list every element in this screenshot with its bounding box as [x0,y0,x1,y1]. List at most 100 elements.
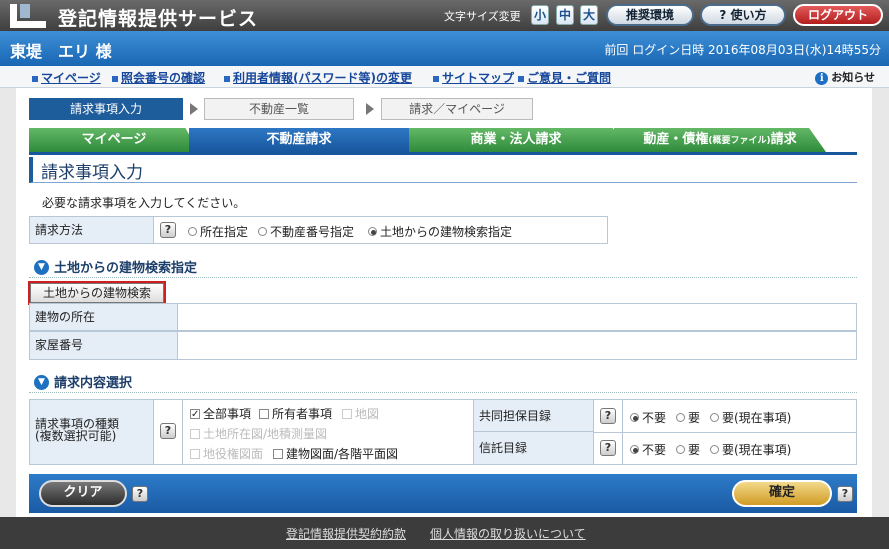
font-size-label: 文字サイズ変更 [444,10,521,23]
radio-icon [676,413,685,422]
feedback-link[interactable]: ご意見・ご質問 [518,69,611,86]
content-selection-table: 請求事項の種類 (複数選択可能) ? ✓ 全部事項 所有者事項 地図 土地所在図/… [29,399,857,465]
chevron-down-icon: ▼ [34,260,49,275]
trust-radio-none[interactable]: 不要 [630,441,666,458]
logout-button[interactable]: ログアウト [793,4,883,26]
main-panel: 請求事項入力 不動産一覧 請求／マイページ 動産・債権(概要ファイル)請求 商業… [16,88,872,517]
divider [182,400,183,464]
request-method-row: 請求方法 ? 所在指定 不動産番号指定 土地からの建物検索指定 [29,216,608,244]
checkbox-disabled-icon [342,408,352,419]
bullet-icon [112,75,118,82]
last-login-info: 前回 ログイン日時 2016年08月03日(水)14時55分 [604,43,881,57]
check-building-floor-plan[interactable]: 建物図面/各階平面図 [273,445,398,462]
building-location-row: 建物の所在 [29,303,857,331]
font-size-small-button[interactable]: 小 [531,5,549,25]
top-bar: 登記情報提供サービス 文字サイズ変更 小 中 大 推奨環境 ? 使い方 ログアウ… [0,0,889,31]
confirm-button[interactable]: 確定 [732,480,832,507]
tab-commercial[interactable]: 商業・法人請求 [401,128,631,152]
mypage-link[interactable]: マイページ [32,69,101,86]
bullet-icon [433,75,439,82]
action-bar: クリア ? 確定 ? [29,474,857,513]
tab-realestate[interactable]: 不動産請求 [189,128,409,152]
sitemap-link[interactable]: サイトマップ [433,69,514,86]
confirm-help-button[interactable]: ? [837,486,853,502]
radio-selected-icon [630,445,639,454]
radio-icon [258,227,267,236]
check-owner-items[interactable]: 所有者事項 [259,405,332,422]
info-icon: i [815,72,829,85]
step-arrow-icon [366,103,374,115]
radio-icon [676,445,685,454]
user-info-link[interactable]: 利用者情報(パスワード等)の変更 [224,69,412,86]
page-title: 請求事項入力 [41,163,143,183]
notice-link[interactable]: i お知らせ [815,69,875,85]
step-input: 請求事項入力 [29,98,183,120]
checkbox-checked-icon: ✓ [190,408,200,420]
bullet-icon [518,75,524,82]
radio-selected-icon [630,413,639,422]
divider [622,400,623,464]
clear-button[interactable]: クリア [39,480,127,507]
step-request-mypage: 請求／マイページ [381,98,533,120]
step-realestate-list: 不動産一覧 [204,98,354,120]
land-building-search-button[interactable]: 土地からの建物検索 [28,281,166,305]
check-land-survey-map: 土地所在図/地積測量図 [190,425,327,442]
radio-icon [188,227,197,236]
font-size-medium-button[interactable]: 中 [556,5,574,25]
check-map: 地図 [342,405,379,422]
trust-list-label: 信託目録 [474,432,594,464]
divider [29,392,857,393]
page-title-box: 請求事項入力 [29,157,857,183]
link-row: マイページ 照会番号の確認 利用者情報(パスワード等)の変更 サイトマップ ご意… [0,66,889,88]
radio-icon [710,445,719,454]
radio-realestate-number[interactable]: 不動産番号指定 [258,223,354,240]
joint-radio-current[interactable]: 要(現在事項) [710,409,791,426]
checkbox-icon [259,408,269,419]
how-to-use-button[interactable]: ? 使い方 [700,4,786,26]
bullet-icon [32,75,38,82]
reference-check-link[interactable]: 照会番号の確認 [112,69,205,86]
checkbox-disabled-icon [190,448,200,459]
request-type-label: 請求事項の種類 (複数選択可能) [30,400,154,464]
divider [594,432,856,433]
trust-list-help-button[interactable]: ? [600,440,616,456]
request-type-help-button[interactable]: ? [160,423,176,439]
instruction-text: 必要な請求事項を入力してください。 [42,196,246,210]
tab-mypage[interactable]: マイページ [29,128,199,152]
user-bar: 東堤 エリ 様 前回 ログイン日時 2016年08月03日(水)14時55分 [0,31,889,66]
house-number-label: 家屋番号 [30,332,178,359]
radio-icon [710,413,719,422]
trust-radio-current[interactable]: 要(現在事項) [710,441,791,458]
divider [29,277,857,278]
house-number-row: 家屋番号 [29,331,857,360]
step-arrow-icon [190,103,198,115]
clear-help-button[interactable]: ? [132,486,148,502]
checkbox-icon [273,448,283,459]
radio-selected-icon [368,227,377,236]
check-easement-map: 地役権図面 [190,445,263,462]
chevron-down-icon: ▼ [34,375,49,390]
joint-radio-none[interactable]: 不要 [630,409,666,426]
checkbox-disabled-icon [190,428,200,439]
footer: 登記情報提供契約約款 個人情報の取り扱いについて [0,517,889,549]
joint-radio-required[interactable]: 要 [676,409,700,426]
content-section-title: ▼ 請求内容選択 [34,372,132,391]
land-search-section-title: ▼ 土地からの建物検索指定 [34,257,197,276]
privacy-link[interactable]: 個人情報の取り扱いについて [430,525,586,542]
joint-collateral-help-button[interactable]: ? [600,408,616,424]
request-method-label: 請求方法 [30,217,154,243]
app-title: 登記情報提供サービス [58,8,259,30]
trust-radio-required[interactable]: 要 [676,441,700,458]
request-method-help-button[interactable]: ? [160,222,176,238]
building-location-label: 建物の所在 [30,304,178,330]
terms-link[interactable]: 登記情報提供契約約款 [286,525,406,542]
radio-land-building-search[interactable]: 土地からの建物検索指定 [368,223,512,240]
check-all-items[interactable]: ✓ 全部事項 [190,405,251,422]
logo-icon [10,4,46,28]
radio-location[interactable]: 所在指定 [188,223,248,240]
recommended-env-button[interactable]: 推奨環境 [606,4,694,26]
bullet-icon [224,75,230,82]
tab-movable[interactable]: 動産・債権(概要ファイル)請求 [614,128,826,152]
user-name: 東堤 エリ 様 [10,42,112,61]
font-size-large-button[interactable]: 大 [580,5,598,25]
